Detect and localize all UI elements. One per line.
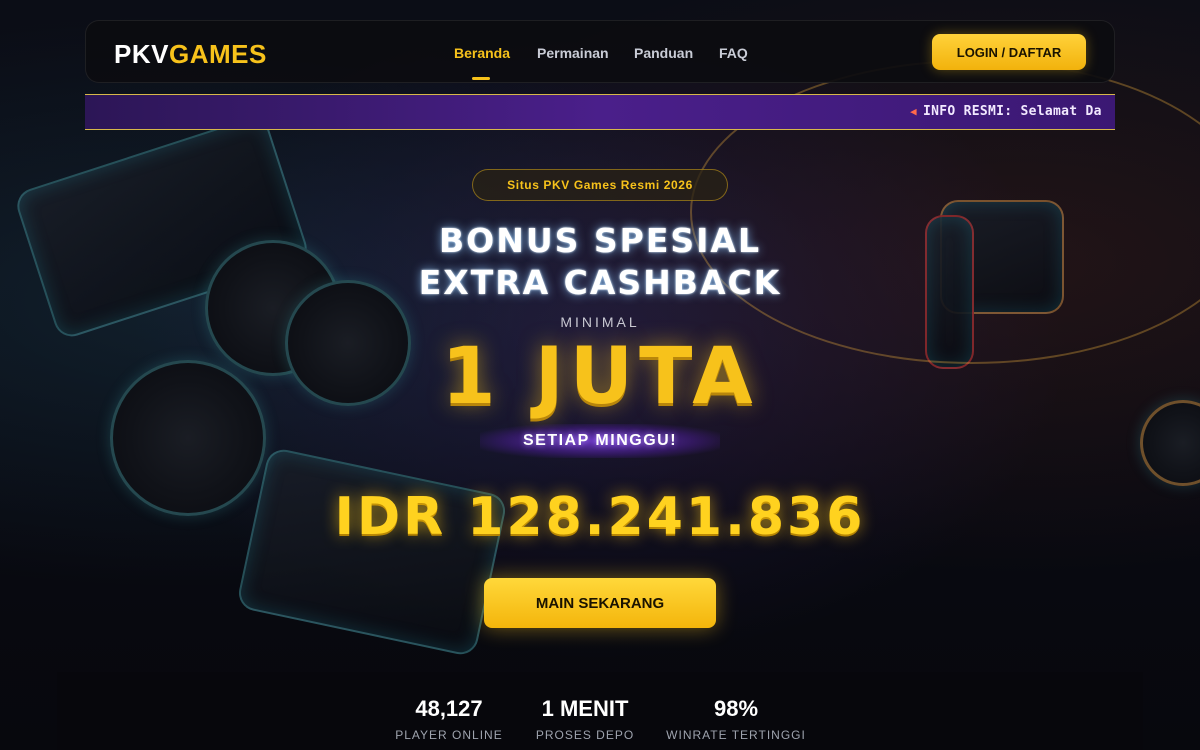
background-card-bottom-left	[235, 446, 509, 658]
ticker-message: ◀ INFO RESMI: Selamat Da	[910, 104, 1102, 119]
jackpot-counter: IDR 128.241.836	[334, 487, 866, 547]
login-register-button[interactable]: LOGIN / DAFTAR	[932, 34, 1086, 70]
nav-link-beranda[interactable]: Beranda	[454, 45, 510, 61]
page: PKVGAMES Beranda Permainan Panduan FAQ L…	[0, 0, 1200, 750]
ticker-text: INFO RESMI: Selamat Da	[922, 104, 1102, 119]
hero-title-line-2: EXTRA CASHBACK	[418, 263, 782, 302]
hero-title-line-1: BONUS SPESIAL	[439, 221, 761, 260]
announcement-ticker: ◀ INFO RESMI: Selamat Da	[85, 94, 1115, 130]
stat-value: 98%	[713, 696, 759, 721]
minimal-label: MINIMAL	[560, 314, 640, 330]
stat-winrate: 98% WINRATE TERTINGGI	[656, 696, 816, 742]
nav-link-panduan[interactable]: Panduan	[634, 45, 693, 61]
stat-proses-depo: 1 MENIT PROSES DEPO	[505, 696, 665, 742]
header: PKVGAMES Beranda Permainan Panduan FAQ L…	[85, 20, 1115, 83]
nav-link-permainan[interactable]: Permainan	[537, 45, 609, 61]
bonus-amount: 1 JUTA	[441, 332, 759, 422]
stat-value: 1 MENIT	[541, 696, 629, 721]
logo-main-text: PKV	[114, 39, 169, 69]
megaphone-icon: ◀	[910, 105, 917, 118]
site-logo[interactable]: PKVGAMES	[114, 39, 267, 70]
stats-bar: 48,127 PLAYER ONLINE 1 MENIT PROSES DEPO…	[57, 672, 1143, 750]
nav-active-indicator	[472, 77, 490, 80]
logo-accent-text: GAMES	[168, 39, 267, 69]
play-now-button[interactable]: MAIN SEKARANG	[484, 578, 716, 628]
bonus-frequency: SETIAP MINGGU!	[480, 424, 720, 458]
stat-label: PROSES DEPO	[535, 728, 635, 742]
nav-link-faq[interactable]: FAQ	[719, 45, 748, 61]
site-badge: Situs PKV Games Resmi 2026	[472, 169, 728, 201]
stat-label: WINRATE TERTINGGI	[666, 728, 806, 742]
